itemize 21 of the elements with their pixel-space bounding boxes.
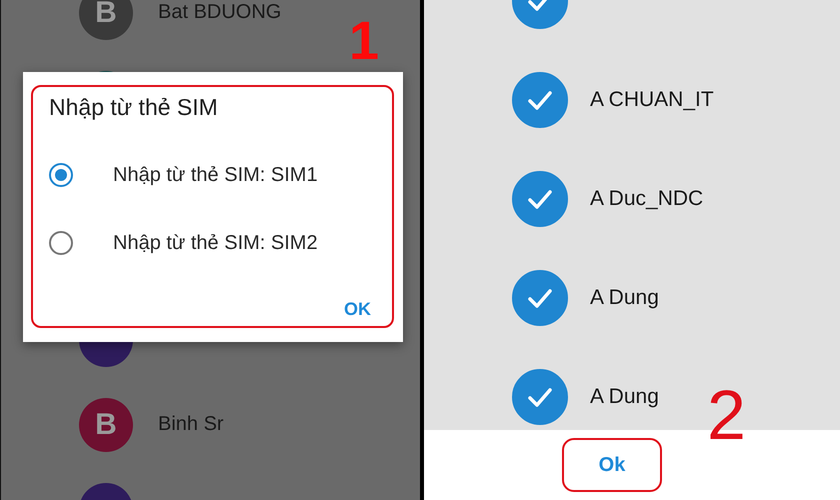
radio-button[interactable] [49, 163, 73, 187]
option-label[interactable]: Nhập từ thẻ SIM: SIM2 [113, 232, 318, 254]
check-icon[interactable] [512, 72, 568, 128]
dialog-title: Nhập từ thẻ SIM [49, 94, 219, 121]
step-number: 2 [707, 380, 746, 450]
contact-name: Binh Sr [158, 413, 224, 436]
contact-name: Bat BDUONG [158, 1, 282, 24]
ok-button[interactable]: Ok [562, 438, 662, 492]
contact-avatar: B [79, 398, 133, 452]
radio-button[interactable] [49, 231, 73, 255]
check-icon[interactable] [512, 170, 568, 226]
contact-name: A Dung [590, 384, 659, 408]
step-number: 1 [349, 14, 380, 68]
contact-name: A CHUAN_IT [590, 88, 714, 112]
check-icon[interactable] [512, 368, 568, 424]
contact-avatar: B [79, 0, 133, 40]
contact-name: A Duc_NDC [590, 186, 704, 210]
check-icon[interactable] [512, 270, 568, 326]
option-label[interactable]: Nhập từ thẻ SIM: SIM1 [113, 164, 318, 186]
contact-name: A Dung [590, 286, 659, 310]
ok-button[interactable]: OK [342, 297, 373, 322]
